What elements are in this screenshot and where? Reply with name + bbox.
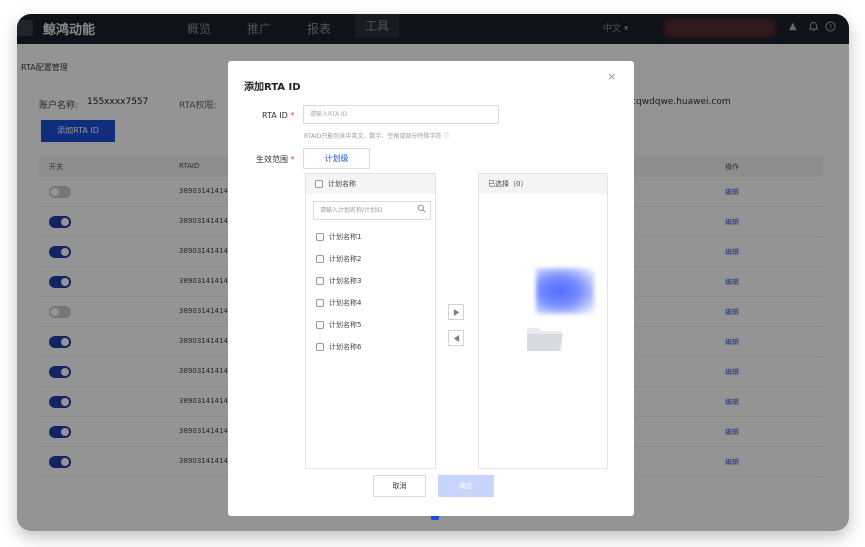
selected-list-panel: 已选择（0） (478, 173, 608, 469)
plan-item-label: 计划名称3 (329, 277, 362, 285)
plan-checkbox[interactable] (316, 299, 324, 307)
plan-item-label: 计划名称4 (329, 299, 362, 307)
rta-id-input[interactable]: 请输入RTA ID (303, 105, 499, 124)
plan-name-header: 计划名称 (328, 180, 356, 188)
selected-count: 已选择（0） (488, 180, 528, 188)
confirm-button[interactable]: 确定 (438, 475, 494, 497)
plan-item-label: 计划名称1 (329, 233, 362, 241)
plan-checkbox[interactable] (316, 233, 324, 241)
plan-list-panel: 计划名称 请输入计划名称/计划ID 计划名称1 计划名称2 计划名称3 计划名称4 计划… (305, 173, 436, 469)
plan-list-item[interactable]: 计划名称6 (316, 342, 361, 352)
arrow-left-icon (453, 335, 460, 342)
plan-item-label: 计划名称2 (329, 255, 362, 263)
rta-id-label-text: RTA ID (262, 111, 288, 120)
select-all-row[interactable]: 计划名称 (315, 179, 356, 189)
empty-state-illustration (536, 268, 594, 314)
plan-item-label: 计划名称6 (329, 343, 362, 351)
plan-list-item[interactable]: 计划名称5 (316, 320, 361, 330)
plan-checkbox[interactable] (316, 255, 324, 263)
plan-list-item[interactable]: 计划名称2 (316, 254, 361, 264)
plan-list-item[interactable]: 计划名称4 (316, 298, 361, 308)
select-all-checkbox[interactable] (315, 180, 323, 188)
rta-id-hint: RTAID只能包含中英文、数字、空格或部分特殊字符 ⓘ (304, 133, 450, 140)
plan-checkbox[interactable] (316, 321, 324, 329)
required-mark: * (290, 111, 295, 120)
scope-label-text: 生效范围 (256, 155, 288, 164)
move-right-button[interactable] (448, 304, 464, 320)
selected-list-header: 已选择（0） (479, 174, 607, 194)
cancel-button[interactable]: 取消 (373, 475, 426, 497)
scope-label: 生效范围 * (256, 154, 295, 165)
scope-plan-level-button[interactable]: 计划级 (303, 148, 370, 169)
required-mark: * (290, 155, 295, 164)
close-icon[interactable]: × (607, 70, 616, 83)
plan-search-placeholder: 请输入计划名称/计划ID (320, 207, 383, 214)
search-icon[interactable] (417, 204, 426, 213)
empty-folder-icon (527, 328, 563, 351)
rta-id-label: RTA ID * (262, 111, 294, 120)
plan-checkbox[interactable] (316, 343, 324, 351)
plan-item-label: 计划名称5 (329, 321, 362, 329)
plan-search-input[interactable]: 请输入计划名称/计划ID (313, 201, 431, 220)
add-rta-modal: 添加RTA ID × RTA ID * 请输入RTA ID RTAID只能包含中… (228, 61, 634, 516)
plan-list-header: 计划名称 (306, 174, 435, 194)
modal-title: 添加RTA ID (244, 82, 301, 93)
plan-checkbox[interactable] (316, 277, 324, 285)
plan-list-item[interactable]: 计划名称3 (316, 276, 361, 286)
app-window: 鲸鸿动能 概览 推广 报表 工具 中文 ▾ ▲ ? RTA配置管理 账户名称: … (17, 14, 849, 531)
plan-list-item[interactable]: 计划名称1 (316, 232, 361, 242)
arrow-right-icon (453, 309, 460, 316)
move-left-button[interactable] (448, 330, 464, 346)
